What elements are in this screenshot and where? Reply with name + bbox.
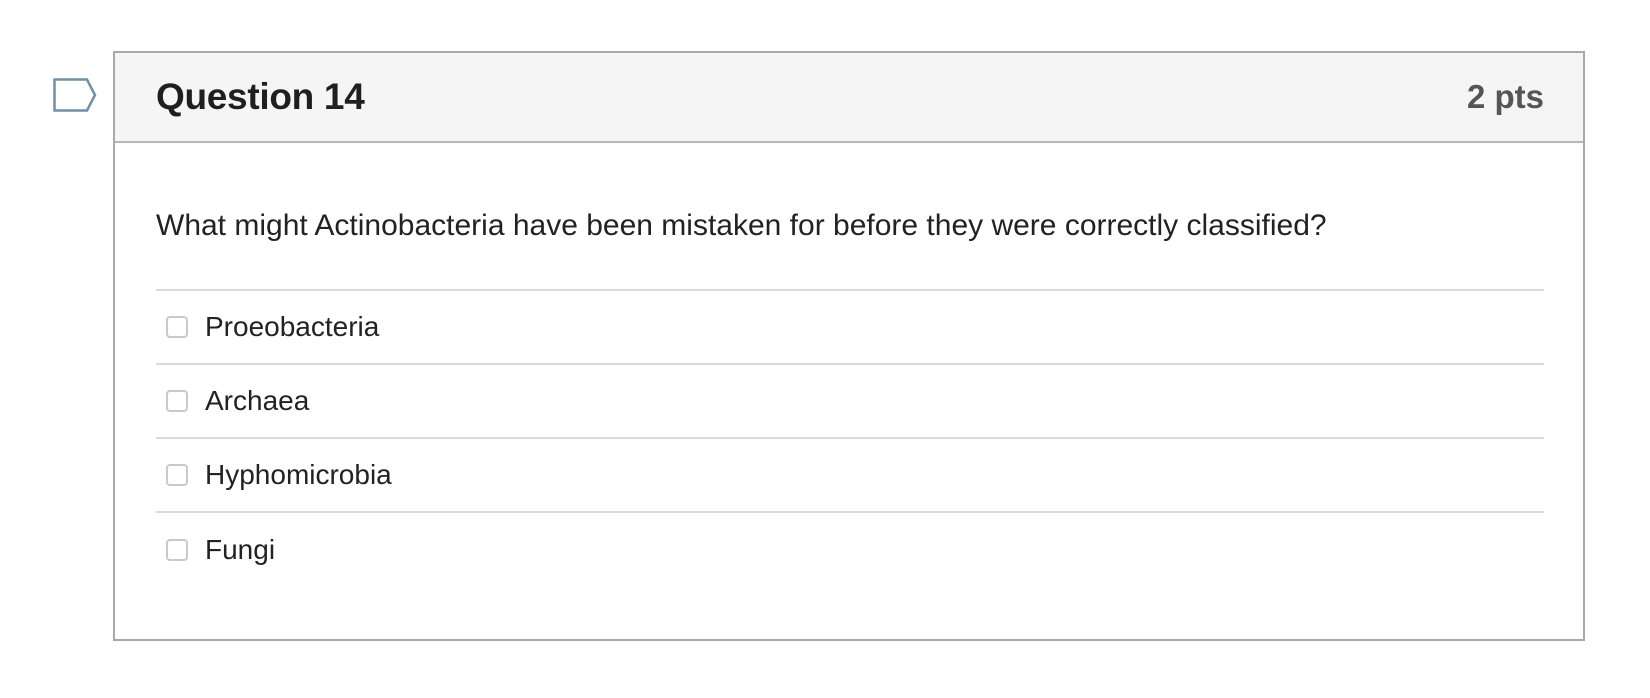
answer-option[interactable]: Fungi [156, 513, 1544, 587]
flag-question-icon[interactable] [53, 78, 97, 112]
answer-checkbox[interactable] [166, 390, 188, 412]
answer-checkbox[interactable] [166, 464, 188, 486]
answer-option[interactable]: Archaea [156, 365, 1544, 439]
question-text: What might Actinobacteria have been mist… [156, 209, 1327, 242]
answer-checkbox[interactable] [166, 316, 188, 338]
answer-list: Proeobacteria Archaea Hyphomicrobia Fung… [156, 289, 1544, 587]
question-header: Question 14 2 pts [115, 53, 1583, 143]
answer-option[interactable]: Hyphomicrobia [156, 439, 1544, 513]
question-title: Question 14 [156, 76, 365, 117]
answer-label[interactable]: Fungi [205, 533, 275, 567]
answer-label[interactable]: Archaea [205, 384, 309, 418]
answer-label[interactable]: Proeobacteria [205, 310, 379, 344]
question-card: Question 14 2 pts What might Actinobacte… [113, 51, 1585, 641]
question-points: 2 pts [1466, 78, 1544, 115]
question-body: What might Actinobacteria have been mist… [115, 206, 1583, 587]
answer-option[interactable]: Proeobacteria [156, 291, 1544, 365]
answer-label[interactable]: Hyphomicrobia [205, 458, 392, 492]
answer-checkbox[interactable] [166, 539, 188, 561]
